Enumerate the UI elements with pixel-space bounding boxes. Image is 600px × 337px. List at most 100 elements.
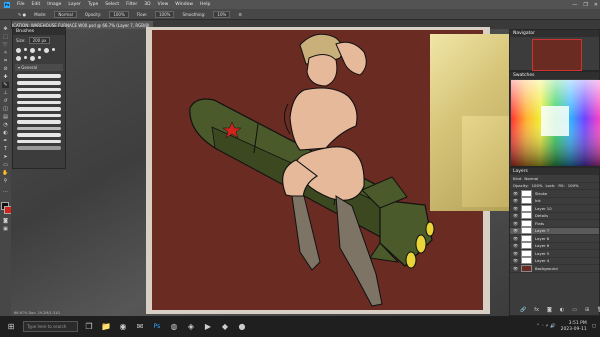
windows-start-icon[interactable]: ⊞ (5, 321, 17, 333)
brush-stroke-preview[interactable] (17, 127, 61, 130)
clock[interactable]: 3:51 PM 2023-09-11 (561, 321, 587, 333)
eye-icon[interactable]: 👁 (513, 251, 518, 256)
doc-size: Doc: 29.2M/1.31G (28, 311, 61, 315)
mail-icon[interactable]: ✉ (134, 321, 146, 333)
layer-thumbnail (521, 257, 532, 265)
brush-stroke-preview[interactable] (17, 81, 61, 85)
brush-tip[interactable] (52, 48, 55, 51)
navigator-panel: Navigator (509, 29, 600, 71)
layer-thumbnail (521, 234, 532, 242)
reference-image-secondary[interactable] (462, 116, 510, 207)
brush-stroke-preview[interactable] (17, 94, 61, 98)
notification-icon[interactable]: ▢ (592, 324, 596, 329)
app-icon[interactable]: ● (236, 321, 248, 333)
brush-stroke-preview[interactable] (17, 74, 61, 78)
brush-stroke-preview[interactable] (17, 101, 61, 104)
brush-stroke-preview[interactable] (17, 107, 61, 111)
brush-size-row: Size: 200 px (13, 35, 65, 46)
brush-tip[interactable] (16, 48, 21, 53)
layer-thumbnail (521, 219, 532, 227)
eye-icon[interactable]: 👁 (513, 236, 518, 241)
layer-thumbnail (521, 197, 532, 205)
layer-name: Layer 4 (535, 258, 550, 264)
tray-icons[interactable]: ⌃ ◦ ⚡ 🔊 (536, 324, 555, 329)
eye-icon[interactable]: 👁 (513, 258, 518, 263)
layer-name: Layer 5 (535, 250, 550, 256)
layer-name: Background (535, 265, 558, 271)
folder-icon[interactable]: ▭ (572, 307, 577, 313)
windows-taskbar: ⊞ Type here to search ❐ 📁 ◉ ✉ Ps ◍ ◈ ▶ ◆… (0, 316, 600, 337)
color-swatch-grid[interactable] (511, 80, 600, 166)
browser-icon[interactable]: ◉ (117, 321, 129, 333)
video-icon[interactable]: ▶ (202, 321, 214, 333)
size-label: Size: (16, 38, 26, 43)
layer-name: Details (535, 213, 549, 219)
clock-date: 2023-09-11 (560, 326, 587, 332)
layer-name: Ink (535, 198, 541, 204)
file-explorer-icon[interactable]: 📁 (100, 321, 112, 333)
navigator-preview[interactable] (532, 39, 582, 71)
brush-stroke-preview[interactable] (17, 114, 61, 117)
brushes-panel-title: Brushes (13, 28, 65, 35)
photoshop-taskbar-icon[interactable]: Ps (151, 321, 163, 333)
adjustment-icon[interactable]: ◐ (560, 307, 564, 313)
layer-name: Layer 6 (535, 243, 550, 249)
eye-icon[interactable]: 👁 (513, 243, 518, 248)
task-view-icon[interactable]: ❐ (83, 321, 95, 333)
layer-thumbnail (521, 204, 532, 212)
brush-stroke-preview[interactable] (17, 140, 61, 143)
brush-stroke-preview[interactable] (17, 120, 61, 124)
lock-label: Lock: (545, 183, 556, 189)
blend-mode-select[interactable]: Normal (524, 176, 538, 181)
layer-thumbnail (521, 212, 532, 220)
brush-tip[interactable] (44, 48, 49, 53)
mask-icon[interactable]: ◙ (547, 307, 552, 313)
zoom-level[interactable]: 66.67% (14, 311, 27, 315)
size-field[interactable]: 200 px (28, 37, 51, 44)
layer-name: Flats (535, 220, 545, 226)
layers-filter-row: Kind Normal (510, 175, 599, 183)
eye-icon[interactable]: 👁 (513, 191, 518, 196)
link-icon[interactable]: 🔗 (520, 307, 526, 313)
navigator-title: Navigator (510, 30, 599, 37)
eye-icon[interactable]: 👁 (513, 206, 518, 211)
swatches-panel: Swatches (509, 71, 600, 167)
brush-tip[interactable] (30, 56, 35, 61)
brush-tips (13, 46, 65, 63)
steam-icon[interactable]: ◍ (168, 321, 180, 333)
fill-field[interactable]: 100% (568, 183, 579, 188)
fill-label: Fill: (558, 183, 565, 189)
chat-icon[interactable]: ◈ (185, 321, 197, 333)
eye-icon[interactable]: 👁 (513, 213, 518, 218)
layer-name: Stroke (535, 190, 548, 196)
app-icon[interactable]: ◆ (219, 321, 231, 333)
layer-opacity-field[interactable]: 100% (532, 183, 543, 188)
brush-tip[interactable] (24, 56, 27, 59)
brush-tip[interactable] (24, 48, 27, 51)
brush-folder[interactable]: ▾ General (15, 64, 63, 71)
layer-thumbnail (521, 189, 532, 197)
layer-thumbnail (521, 227, 532, 235)
layer-kind-filter[interactable]: Kind (513, 176, 521, 181)
eye-icon[interactable]: 👁 (513, 228, 518, 233)
eye-icon[interactable]: 👁 (513, 266, 518, 271)
brush-tip[interactable] (38, 56, 41, 59)
brush-tip[interactable] (30, 48, 35, 53)
eye-icon[interactable]: 👁 (513, 198, 518, 203)
brush-stroke-preview[interactable] (17, 146, 61, 150)
eye-icon[interactable]: 👁 (513, 221, 518, 226)
brushes-panel: Brushes Size: 200 px ▾ General (12, 27, 66, 169)
fx-icon[interactable]: fx (534, 307, 539, 313)
brush-stroke-preview[interactable] (17, 133, 61, 137)
layer-row[interactable]: 👁 Background (510, 264, 599, 273)
system-tray: ⌃ ◦ ⚡ 🔊 3:51 PM 2023-09-11 ▢ (536, 316, 596, 337)
taskbar-search-input[interactable]: Type here to search (23, 321, 78, 332)
brush-tip[interactable] (16, 56, 21, 61)
brush-tip[interactable] (38, 48, 41, 51)
layer-name: Layer 7 (535, 228, 550, 234)
opacity-label: Opacity: (513, 183, 529, 189)
brush-stroke-preview[interactable] (17, 88, 61, 91)
layer-thumbnail (521, 242, 532, 250)
new-layer-icon[interactable]: ⊞ (585, 307, 589, 313)
swatches-title: Swatches (510, 72, 599, 79)
